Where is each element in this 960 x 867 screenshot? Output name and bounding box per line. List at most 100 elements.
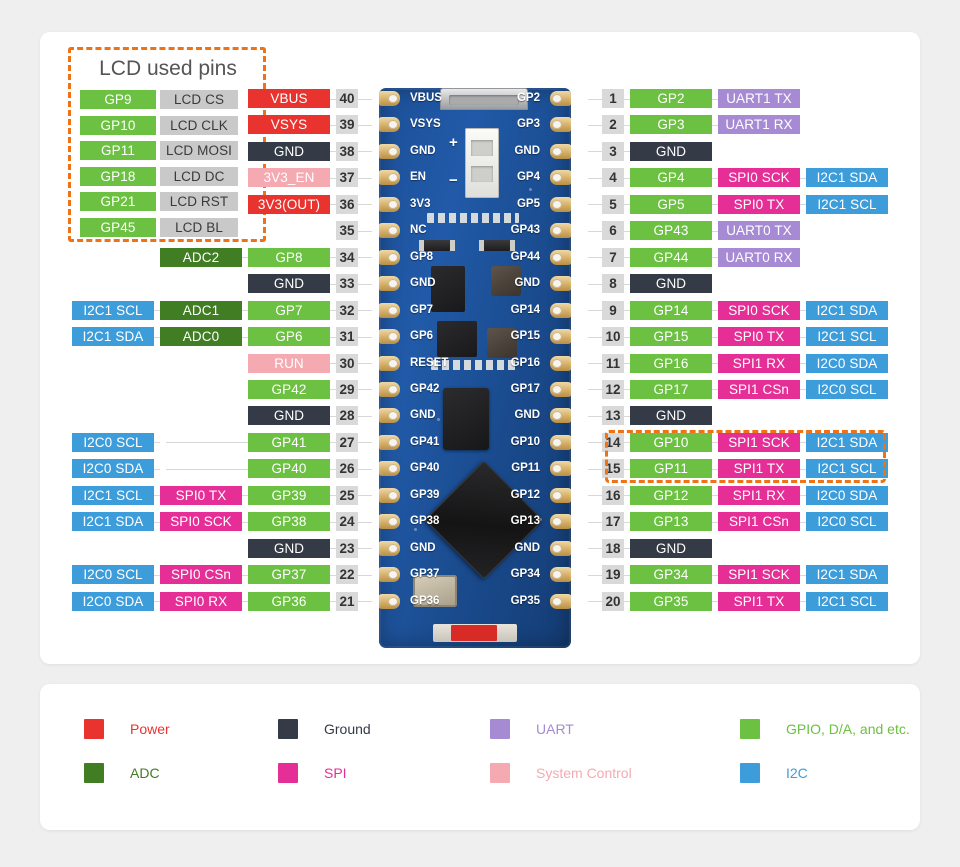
board-pad (379, 567, 400, 583)
lcd-pin-gp: GP21 (80, 192, 156, 211)
ic-main-soc (424, 460, 544, 580)
pin-connector-line (712, 574, 718, 576)
pin-function-chip: ADC1 (160, 300, 242, 320)
pin-edge-line (588, 363, 602, 364)
pin-connector-line (330, 124, 336, 126)
board-pad (379, 355, 400, 371)
board-silk-label: GP4 (516, 171, 540, 184)
pin-connector-line (242, 495, 248, 497)
pin-function-chip: SPI0 TX (718, 327, 800, 347)
pin-number: 27 (336, 432, 358, 452)
pin-connector-line (154, 574, 160, 576)
pin-connector-line (800, 442, 806, 444)
board-silk-label: GP16 (510, 356, 540, 369)
pin-connector-line (154, 521, 160, 523)
pin-connector-line (330, 336, 336, 338)
pin-function-chip: ADC0 (160, 327, 242, 347)
diode-left (419, 240, 455, 251)
pin-number: 16 (602, 485, 624, 505)
pin-connector-line (624, 363, 630, 364)
pin-number: 19 (602, 565, 624, 585)
pin-connector-line (800, 177, 806, 179)
pin-function-chip: SPI1 SCK (718, 565, 800, 585)
pin-function-chip: SPI0 TX (160, 485, 242, 505)
legend-swatch (740, 763, 760, 783)
pin-function-chip: GP4 (630, 168, 712, 188)
pin-function-chip: UART1 TX (718, 89, 800, 108)
pin-connector-line (712, 257, 718, 259)
board-silk-label: GP38 (410, 515, 440, 528)
board-silk-label: GP7 (410, 303, 434, 316)
pin-connector-line (330, 389, 336, 391)
pin-connector-line (624, 495, 630, 497)
board-pad (550, 434, 571, 450)
pin-function-chip: SPI1 CSn (718, 512, 800, 532)
board-silk-label: GP8 (410, 250, 434, 263)
board-pad (379, 302, 400, 318)
pin-function-chip: GP44 (630, 247, 712, 267)
board-pad (550, 302, 571, 318)
board-silk-label: GP17 (510, 382, 540, 395)
pin-function-chip: SPI0 SCK (718, 300, 800, 320)
board-silk-label: GP34 (510, 568, 540, 581)
pin-connector-line (330, 601, 336, 603)
pin-connector-line (330, 574, 336, 576)
pin-connector-line (624, 521, 630, 523)
pin-number: 18 (602, 538, 624, 558)
pin-function-chip: I2C1 SCL (806, 459, 888, 479)
board-pad (550, 593, 571, 609)
ic-flash-memory (443, 388, 489, 450)
pin-connector-line (330, 257, 336, 259)
pin-function-chip: GP43 (630, 221, 712, 241)
pin-connector-line (242, 521, 248, 523)
pin-connector-line (800, 389, 806, 391)
board-silk-label: RESET (410, 356, 449, 369)
board-silk-label: GP37 (410, 568, 440, 581)
pin-connector-line (712, 363, 718, 364)
board-pad (379, 593, 400, 609)
pin-connector-line (712, 124, 718, 126)
crystal-oscillator (413, 575, 457, 607)
board-silk-label: GND (514, 277, 540, 290)
pin-edge-line (588, 548, 602, 550)
pin-connector-line (712, 98, 718, 100)
pin-connector-line (800, 336, 806, 338)
pin-connector-line (242, 574, 248, 576)
pin-function-chip: I2C0 SCL (806, 379, 888, 399)
legend-label: Ground (324, 721, 371, 737)
pin-connector-line (800, 468, 806, 470)
legend-label: UART (536, 721, 574, 737)
battery-plus-marking: + (449, 134, 458, 151)
board-silk-label: GND (514, 541, 540, 554)
pin-function-chip: I2C1 SCL (806, 327, 888, 347)
lcd-pin-function: LCD DC (160, 166, 238, 186)
pin-connector-line (624, 230, 630, 232)
pin-number: 31 (336, 327, 358, 347)
board-silk-label: GP3 (516, 118, 540, 131)
pin-edge-line (588, 336, 602, 338)
pin-connector-line (712, 230, 718, 232)
pin-function-chip: I2C0 SCL (806, 512, 888, 532)
legend-swatch (84, 719, 104, 739)
board-pad (379, 540, 400, 556)
lcd-used-pins-title: LCD used pins (99, 57, 237, 80)
test-pad-row-mid (431, 360, 519, 370)
pin-edge-line (588, 389, 602, 391)
pin-connector-line (330, 283, 336, 285)
legend-label: Power (130, 721, 170, 737)
board-pad (550, 408, 571, 424)
pin-number: 35 (336, 221, 358, 241)
board-pad (379, 461, 400, 477)
pin-function-chip: SPI0 SCK (718, 168, 800, 188)
board-silk-label: GND (514, 409, 540, 422)
pin-connector-line (330, 415, 336, 417)
pin-edge-line (588, 521, 602, 523)
pin-connector-line (624, 442, 630, 444)
pin-number: 7 (602, 247, 624, 267)
pin-connector-line (800, 574, 806, 576)
pin-connector-line (330, 98, 336, 100)
pin-connector-line (712, 389, 718, 391)
pin-function-chip: GP42 (248, 379, 330, 399)
pin-number: 38 (336, 141, 358, 161)
board-silk-label: GP5 (516, 197, 540, 210)
